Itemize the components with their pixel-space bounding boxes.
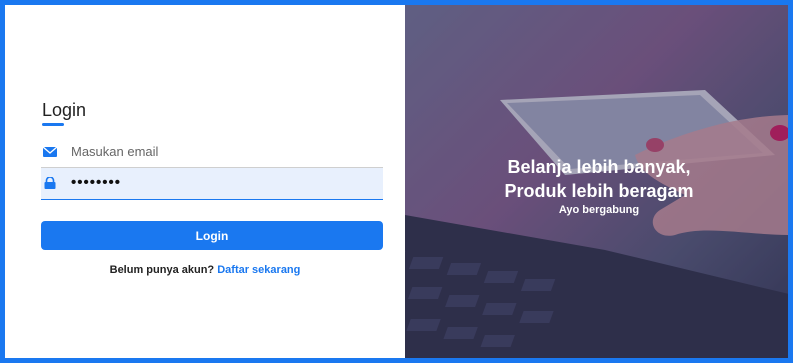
envelope-icon [43,146,57,157]
signup-link[interactable]: Daftar sekarang [217,264,300,276]
hero-panel: Belanja lebih banyak, Produk lebih berag… [405,5,788,358]
signup-prompt-text: Belum punya akun? [109,264,215,276]
email-placeholder: Masukan email [71,144,159,159]
login-button[interactable]: Login [41,221,383,250]
login-page-frame: Login Masukan email •••••••• Login Belum… [0,0,793,363]
login-title: Login [42,100,87,120]
hero-headline-line1: Belanja lebih banyak, [507,157,691,177]
signup-prompt: Belum punya akun? Daftar sekarang [5,264,405,276]
password-value: •••••••• [71,174,122,191]
hero-headline: Belanja lebih banyak, Produk lebih berag… [405,155,788,203]
lock-icon [44,177,56,189]
email-field[interactable]: Masukan email [41,136,383,168]
hero-headline-line2: Produk lebih beragam [504,181,694,201]
hero-tagline: Ayo bergabung [558,204,640,216]
login-panel: Login Masukan email •••••••• Login Belum… [5,5,405,358]
password-field[interactable]: •••••••• [41,168,383,200]
title-underline [42,123,64,126]
